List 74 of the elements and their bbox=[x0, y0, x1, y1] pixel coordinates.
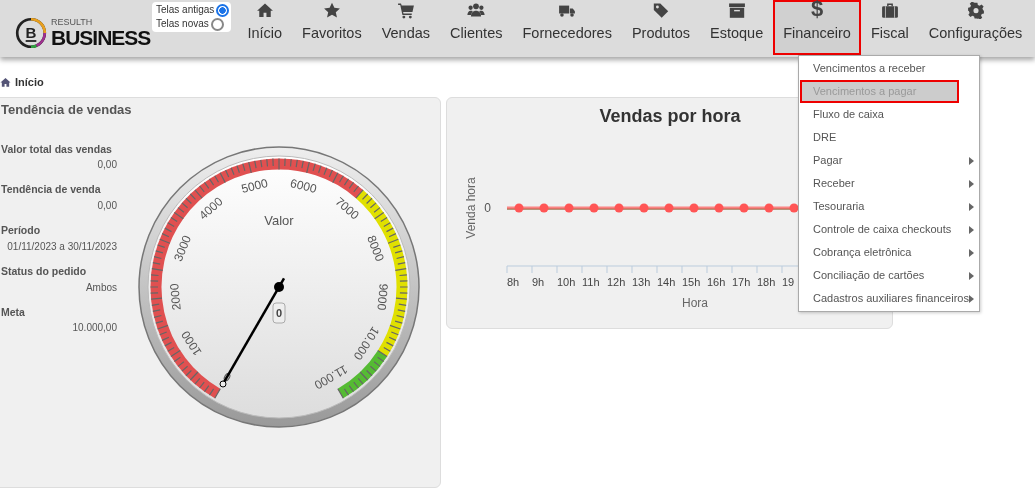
gauge-title: Valor bbox=[264, 212, 294, 228]
nav-tab[interactable]: Produtos bbox=[621, 0, 700, 55]
submenu-arrow-icon bbox=[969, 179, 974, 188]
data-point bbox=[614, 203, 624, 213]
axis-label: Venda hora bbox=[464, 177, 478, 239]
data-point bbox=[564, 203, 574, 213]
data-point bbox=[664, 203, 674, 213]
nav-tab[interactable]: $ Financeiro bbox=[773, 0, 861, 55]
nav-tab[interactable]: Fornecedores bbox=[512, 0, 622, 55]
scale-label: 8000 bbox=[364, 232, 387, 263]
axis-tick-label: 13h bbox=[632, 276, 651, 288]
axis-tick-label: 12h bbox=[607, 276, 626, 288]
axis-tick-label: 15h bbox=[682, 276, 701, 288]
axis-tick-label: 8h bbox=[507, 276, 520, 288]
nav-tab[interactable]: Vendas bbox=[371, 0, 441, 55]
submenu-arrow-icon bbox=[969, 271, 974, 280]
field-value: 01/11/2023 a 30/11/2023 bbox=[6, 239, 117, 254]
nav-tab[interactable]: Estoque bbox=[700, 0, 774, 55]
axis-tick-label: 9h bbox=[532, 276, 545, 288]
data-point bbox=[764, 203, 774, 213]
axis-tick-label: 14h bbox=[657, 276, 676, 288]
submenu-arrow-icon bbox=[969, 156, 974, 165]
scale-label: 5000 bbox=[239, 175, 270, 196]
scale-label: 6000 bbox=[288, 175, 319, 196]
logo-text: BUSINESS bbox=[51, 26, 151, 48]
field-label: Período bbox=[1, 223, 42, 238]
radio-label: Telas antigas bbox=[156, 3, 215, 17]
data-point bbox=[689, 203, 699, 213]
data-point bbox=[639, 203, 649, 213]
panel-title: Tendência de vendas bbox=[0, 101, 133, 119]
data-point bbox=[714, 203, 724, 213]
nav-tab[interactable]: Fiscal bbox=[860, 0, 919, 55]
scale-label: 9000 bbox=[374, 282, 391, 311]
logo-icon: B bbox=[15, 16, 47, 49]
field-label: Tendência de venda bbox=[1, 182, 102, 198]
axis-tick-label: 11h bbox=[582, 276, 600, 288]
data-point bbox=[739, 203, 749, 213]
field-label: Meta bbox=[1, 304, 26, 320]
axis-label: Hora bbox=[682, 296, 708, 310]
chart-title: Vendas por hora bbox=[599, 106, 741, 126]
axis-tick-label: 16h bbox=[707, 276, 726, 288]
axis-tick-label: 10h bbox=[557, 276, 576, 288]
field-value: 0,00 bbox=[96, 158, 117, 173]
axis-tick-label: 0 bbox=[484, 201, 491, 215]
scale-label: 2000 bbox=[167, 282, 184, 311]
nav-tab[interactable]: Configurações bbox=[918, 0, 1033, 55]
field-label: Status do pedido bbox=[1, 263, 88, 279]
axis-tick-label: 18h bbox=[757, 276, 776, 288]
nav-tab[interactable]: Início bbox=[237, 0, 293, 55]
home-icon bbox=[0, 77, 11, 88]
submenu-arrow-icon bbox=[969, 202, 974, 211]
breadcrumb-link[interactable]: Início bbox=[15, 74, 44, 91]
field-value: 0,00 bbox=[96, 199, 117, 213]
radio-button[interactable] bbox=[210, 17, 224, 31]
radio-label: Telas novas bbox=[156, 17, 209, 31]
submenu-arrow-icon bbox=[969, 294, 974, 303]
field-value: 10.000,00 bbox=[71, 321, 117, 336]
axis-tick-label: 19 bbox=[782, 276, 795, 288]
submenu-arrow-icon bbox=[969, 248, 974, 257]
nav-tab[interactable]: Favoritos bbox=[292, 0, 372, 55]
data-point bbox=[539, 203, 549, 213]
field-value: Ambos bbox=[84, 280, 117, 295]
submenu-arrow-icon bbox=[969, 225, 974, 234]
dollar-icon: $ bbox=[810, 0, 824, 22]
data-point bbox=[514, 203, 524, 213]
value-badge: 0 bbox=[272, 302, 286, 323]
scale-label: 3000 bbox=[171, 232, 194, 263]
radio-button[interactable] bbox=[216, 3, 230, 17]
nav-tab[interactable]: Clientes bbox=[440, 0, 513, 55]
data-point bbox=[789, 203, 799, 213]
data-point bbox=[589, 203, 599, 213]
axis-tick-label: 17h bbox=[732, 276, 751, 288]
logo-text: RESULTH bbox=[51, 17, 94, 27]
field-label: Valor total das vendas bbox=[1, 141, 113, 157]
